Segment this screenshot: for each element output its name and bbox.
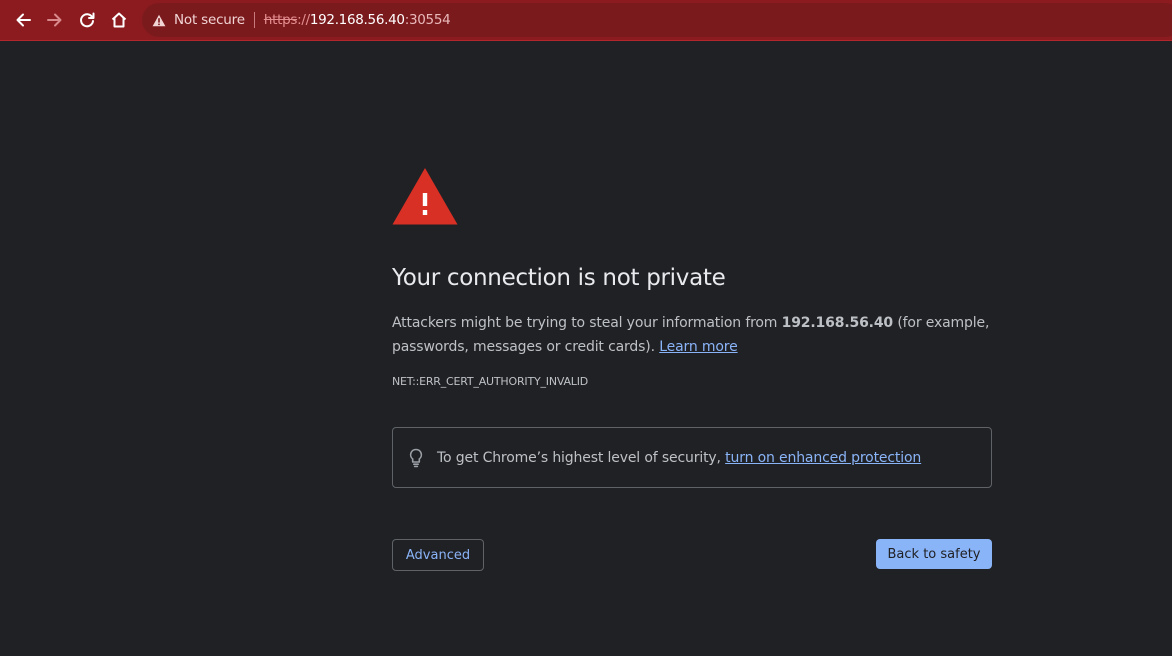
error-code: NET::ERR_CERT_AUTHORITY_INVALID [392, 375, 589, 388]
home-button[interactable] [104, 5, 134, 35]
enhanced-protection-link[interactable]: turn on enhanced protection [725, 450, 921, 466]
security-chip[interactable]: Not secure [152, 8, 245, 32]
reload-button[interactable] [72, 5, 102, 35]
back-arrow-icon [16, 13, 31, 27]
learn-more-link[interactable]: Learn more [659, 339, 738, 355]
warning-triangle-icon [152, 14, 166, 26]
url-separator: :// [297, 12, 310, 28]
enhanced-protection-promo: To get Chrome’s highest level of securit… [392, 427, 992, 488]
advanced-button[interactable]: Advanced [392, 539, 484, 571]
address-bar[interactable]: Not secure https://192.168.56.40:30554 [142, 3, 1172, 37]
enhanced-protection-text: To get Chrome’s highest level of securit… [437, 450, 921, 466]
home-icon [111, 12, 127, 28]
main-message: Attackers might be trying to steal your … [392, 311, 992, 359]
url-text[interactable]: https://192.168.56.40:30554 [264, 12, 451, 28]
back-button[interactable] [8, 5, 38, 35]
browser-toolbar: Not secure https://192.168.56.40:30554 [0, 0, 1172, 41]
forward-button[interactable] [40, 5, 70, 35]
message-prefix: Attackers might be trying to steal your … [392, 315, 782, 331]
back-to-safety-button[interactable]: Back to safety [876, 539, 992, 569]
message-host: 192.168.56.40 [781, 315, 894, 331]
security-label: Not secure [174, 12, 245, 28]
omnibox-divider [253, 12, 255, 28]
warning-icon [392, 168, 458, 225]
enhanced-prefix: To get Chrome’s highest level of securit… [437, 449, 726, 466]
forward-arrow-icon [47, 13, 62, 27]
reload-icon [80, 12, 95, 28]
url-port: :30554 [404, 12, 451, 28]
url-scheme: https [263, 12, 298, 28]
url-host: 192.168.56.40 [309, 12, 405, 28]
page-title: Your connection is not private [392, 265, 726, 291]
lightbulb-icon [409, 448, 423, 468]
